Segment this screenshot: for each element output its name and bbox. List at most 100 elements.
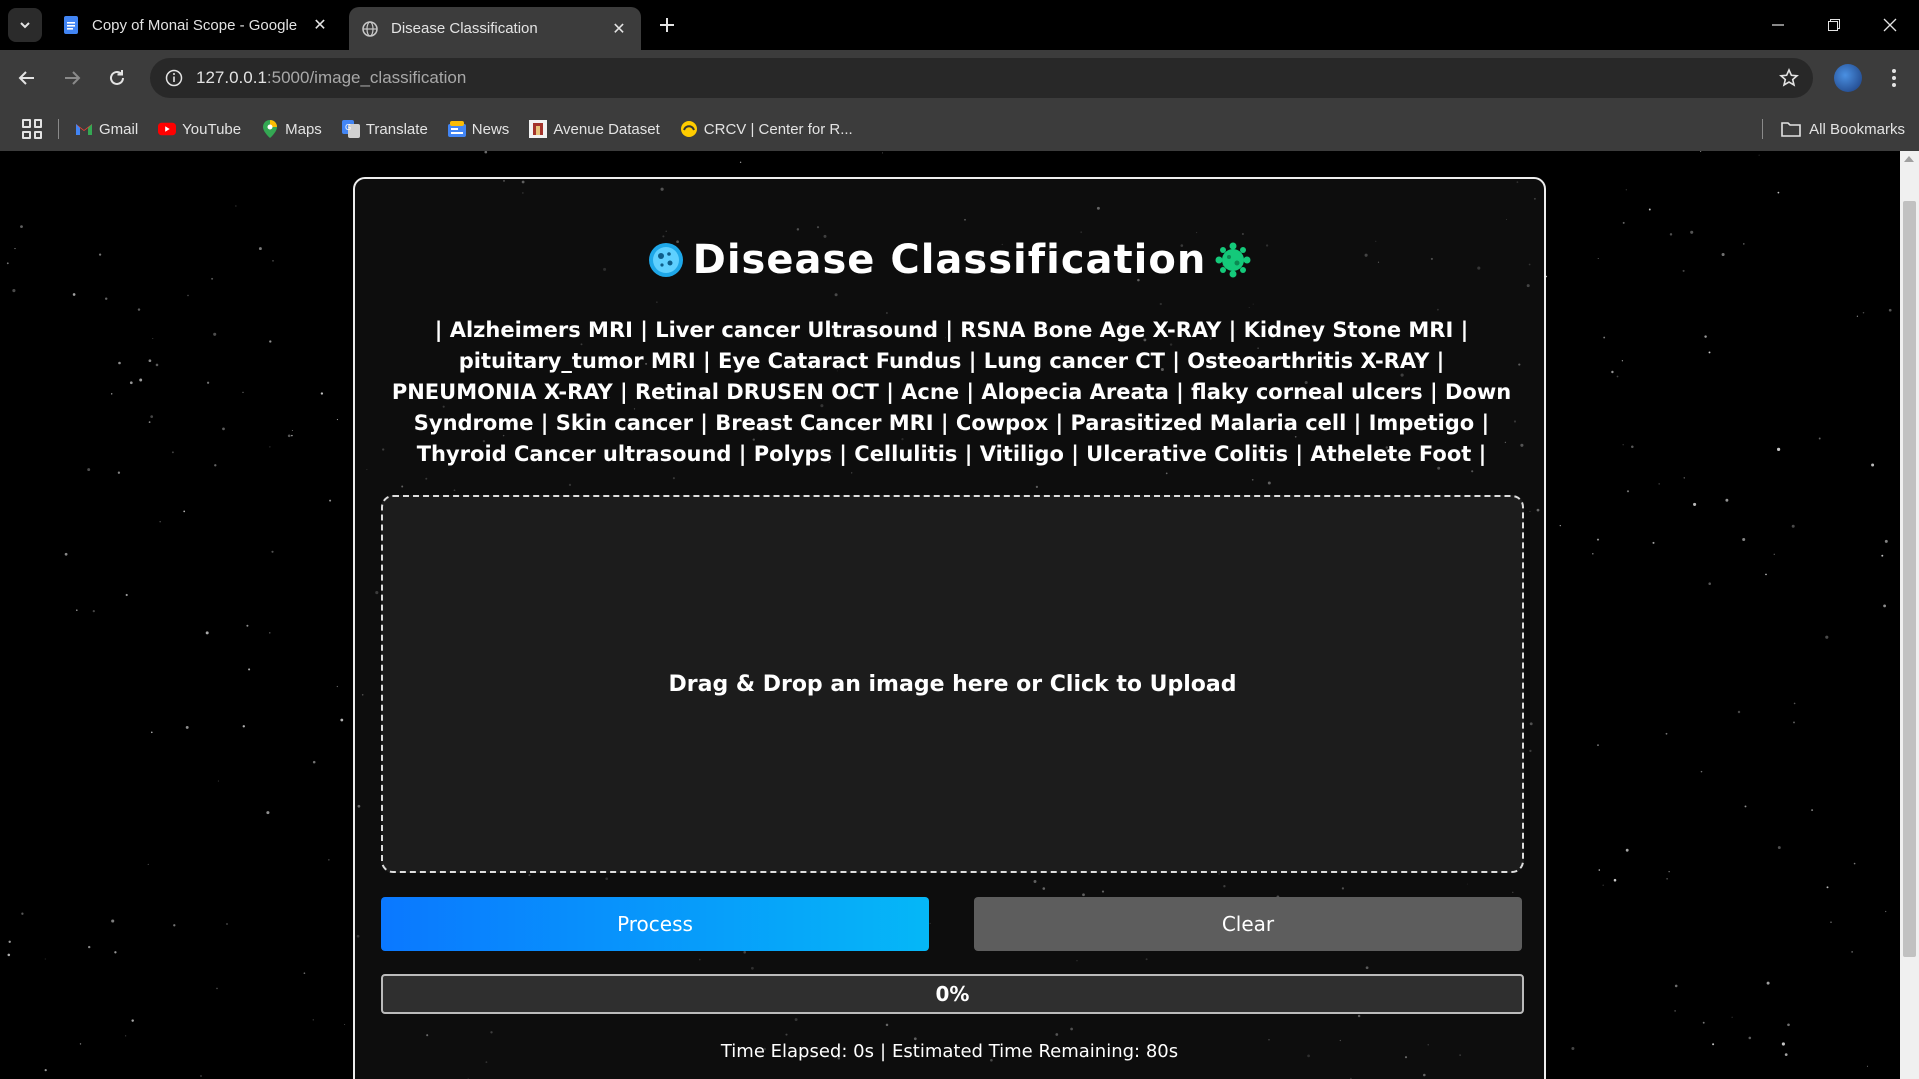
- star-dot: [1690, 230, 1694, 234]
- star-dot: [1725, 498, 1729, 502]
- star-dot: [76, 609, 78, 611]
- tab-search-button[interactable]: [8, 8, 42, 42]
- progress-label: 0%: [935, 982, 970, 1006]
- bookmark-gmail[interactable]: Gmail: [75, 120, 138, 138]
- time-elapsed: Time Elapsed: 0s: [720, 1041, 874, 1062]
- star-dot: [44, 958, 46, 960]
- news-icon: [447, 120, 466, 138]
- star-dot: [1818, 437, 1821, 440]
- star-dot: [1731, 1016, 1733, 1018]
- star-dot: [242, 725, 245, 728]
- progress-bar: 0%: [381, 974, 1524, 1014]
- image-upload-dropzone[interactable]: Drag & Drop an image here or Click to Up…: [381, 495, 1524, 873]
- star-dot: [1784, 1053, 1788, 1056]
- profile-avatar[interactable]: [1834, 64, 1862, 92]
- virus-green-icon: [1214, 241, 1252, 279]
- star-dot: [303, 972, 306, 975]
- scroll-up-icon[interactable]: [1904, 156, 1914, 162]
- star-dot: [155, 363, 159, 367]
- back-button[interactable]: [10, 61, 44, 95]
- avenue-icon: [529, 120, 548, 138]
- page-scrollbar[interactable]: [1900, 151, 1919, 1079]
- star-dot: [1598, 869, 1601, 871]
- bookmark-avenue-dataset[interactable]: Avenue Dataset: [529, 120, 660, 138]
- star-dot: [1669, 233, 1673, 236]
- close-window-button[interactable]: [1862, 0, 1918, 50]
- star-dot: [1748, 1036, 1752, 1040]
- address-bar[interactable]: 127.0.0.1:5000/image_classification: [150, 58, 1813, 98]
- apps-grid-icon[interactable]: [22, 119, 42, 139]
- clear-button[interactable]: Clear: [974, 897, 1522, 951]
- star-dot: [258, 247, 262, 251]
- star-dot: [1708, 582, 1711, 585]
- star-dot: [129, 381, 133, 385]
- star-dot: [118, 361, 121, 365]
- bookmark-crcv[interactable]: CRCV | Center for R...: [680, 120, 853, 138]
- star-dot: [1704, 335, 1707, 338]
- bookmark-youtube[interactable]: YouTube: [158, 120, 241, 138]
- star-dot: [242, 391, 244, 394]
- star-dot: [312, 760, 316, 764]
- close-tab-icon[interactable]: ✕: [609, 19, 629, 39]
- tab-disease-classification[interactable]: Disease Classification ✕: [349, 7, 641, 50]
- star-dot: [1871, 463, 1875, 467]
- star-dot: [1825, 635, 1829, 639]
- more-menu-icon[interactable]: [1880, 64, 1908, 92]
- star-dot: [1826, 886, 1829, 889]
- reload-button[interactable]: [100, 61, 134, 95]
- star-dot: [235, 205, 237, 207]
- new-tab-button[interactable]: [652, 10, 682, 40]
- star-dot: [1621, 360, 1624, 362]
- bookmark-maps[interactable]: Maps: [261, 120, 322, 138]
- star-dot: [114, 951, 117, 954]
- star-dot: [1793, 702, 1796, 705]
- google-docs-icon: [62, 16, 80, 34]
- bookmarks-bar: Gmail YouTube Maps G Translate News Aven…: [0, 107, 1919, 151]
- star-dot: [14, 248, 16, 250]
- star-dot: [1699, 151, 1702, 152]
- star-dot: [291, 429, 293, 432]
- forward-button[interactable]: [55, 61, 89, 95]
- star-dot: [1602, 884, 1604, 886]
- bookmark-translate[interactable]: G Translate: [341, 120, 428, 138]
- star-dot: [139, 378, 143, 382]
- star-dot: [125, 593, 128, 597]
- star-dot: [79, 1043, 82, 1045]
- star-dot: [6, 262, 9, 265]
- tab-monai-scope[interactable]: Copy of Monai Scope - Google ✕: [50, 7, 342, 43]
- all-bookmarks-button[interactable]: All Bookmarks: [1762, 119, 1905, 139]
- bookmark-news[interactable]: News: [447, 120, 509, 138]
- star-dot: [1648, 208, 1651, 211]
- star-dot: [1773, 553, 1775, 555]
- star-dot: [216, 987, 218, 990]
- bookmark-star-icon[interactable]: [1777, 66, 1801, 90]
- star-dot: [340, 718, 344, 722]
- svg-text:G: G: [345, 123, 351, 132]
- star-dot: [1712, 1043, 1715, 1046]
- supported-diseases-list: | Alzheimers MRI | Liver cancer Ultrasou…: [391, 318, 1512, 466]
- star-dot: [148, 359, 152, 363]
- star-dot: [8, 940, 11, 943]
- star-dot: [159, 521, 161, 523]
- close-tab-icon[interactable]: ✕: [310, 15, 330, 35]
- star-dot: [222, 427, 225, 431]
- star-dot: [20, 225, 23, 228]
- star-dot: [1668, 871, 1670, 873]
- star-dot: [266, 811, 270, 815]
- restore-button[interactable]: [1806, 0, 1862, 50]
- star-dot: [1674, 984, 1678, 988]
- star-dot: [882, 152, 884, 154]
- minimize-button[interactable]: [1750, 0, 1806, 50]
- star-dot: [1743, 243, 1745, 245]
- star-dot: [1885, 910, 1887, 913]
- star-dot: [117, 471, 121, 474]
- site-info-icon[interactable]: [154, 58, 194, 98]
- process-button[interactable]: Process: [381, 897, 929, 951]
- tab-bar: Copy of Monai Scope - Google ✕ Disease C…: [0, 0, 1919, 50]
- star-dot: [1683, 477, 1685, 479]
- star-dot: [1744, 805, 1747, 808]
- scrollbar-thumb[interactable]: [1903, 201, 1916, 957]
- star-dot: [111, 919, 115, 923]
- page-title: Disease Classification: [355, 237, 1544, 283]
- star-dot: [1862, 311, 1865, 314]
